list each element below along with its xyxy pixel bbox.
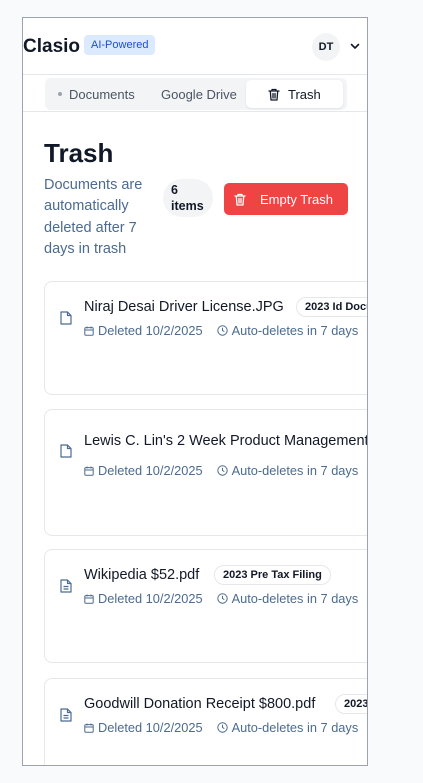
trash-item-card[interactable]: Wikipedia $52.pdf 2023 Pre Tax Filing De… <box>44 549 367 663</box>
tab-label: Google Drive <box>161 86 237 102</box>
file-text-icon <box>60 579 72 593</box>
file-text-icon <box>60 708 72 722</box>
clock-icon <box>216 465 228 476</box>
page-subtitle: Documents are automatically deleted afte… <box>44 177 143 257</box>
category-tag: 2023 Pre Tax Filing <box>214 565 331 585</box>
tab-label: Documents <box>69 86 135 102</box>
user-avatar[interactable]: DT <box>312 33 340 61</box>
app-window: Clasio AI-Powered DT Documents Google Dr… <box>22 17 368 766</box>
trash-item-card[interactable]: Niraj Desai Driver License.JPG 2023 Id D… <box>44 281 367 395</box>
document-meta: Deleted 10/2/2025 Auto-deletes in 7 days <box>84 323 358 338</box>
calendar-icon <box>84 466 94 476</box>
tab-label: Trash <box>288 86 321 102</box>
ai-powered-badge: AI-Powered <box>84 35 156 55</box>
tab-list: Documents Google Drive Trash <box>45 78 347 110</box>
deleted-date: Deleted 10/2/2025 <box>98 591 203 606</box>
trash-item-card[interactable]: Goodwill Donation Receipt $800.pdf 2023 … <box>44 678 367 765</box>
clock-icon <box>216 593 228 604</box>
calendar-icon <box>84 594 94 604</box>
app-logo-text[interactable]: Clasio <box>23 36 80 58</box>
clock-icon <box>216 722 228 733</box>
item-count-text: 6 items <box>171 183 204 213</box>
page-title: Trash <box>44 138 114 168</box>
auto-delete-text: Auto-deletes in 7 days <box>231 323 359 338</box>
app-header: Clasio AI-Powered DT <box>23 18 367 75</box>
category-tag: 2023 <box>335 694 367 714</box>
trash-icon <box>268 88 280 101</box>
deleted-date: Deleted 10/2/2025 <box>98 720 203 735</box>
deleted-date: Deleted 10/2/2025 <box>98 323 203 338</box>
calendar-icon <box>84 723 94 733</box>
deleted-date: Deleted 10/2/2025 <box>98 463 203 478</box>
clock-icon <box>216 325 228 336</box>
tab-google-drive[interactable]: Google Drive <box>161 80 251 108</box>
file-icon <box>60 311 72 325</box>
file-icon <box>60 444 72 458</box>
empty-trash-label: Empty Trash <box>260 191 333 207</box>
empty-trash-button[interactable]: Empty Trash <box>224 183 348 215</box>
tabs-bar: Documents Google Drive Trash <box>23 75 367 112</box>
chevron-down-icon[interactable] <box>349 40 361 52</box>
auto-delete-text: Auto-deletes in 7 days <box>231 591 359 606</box>
document-meta: Deleted 10/2/2025 Auto-deletes in 7 days <box>84 720 358 735</box>
document-meta: Deleted 10/2/2025 Auto-deletes in 7 days <box>84 463 358 478</box>
document-meta: Deleted 10/2/2025 Auto-deletes in 7 days <box>84 591 358 606</box>
document-name[interactable]: Lewis C. Lin's 2 Week Product Management <box>84 433 367 449</box>
auto-delete-text: Auto-deletes in 7 days <box>231 720 359 735</box>
document-name[interactable]: Goodwill Donation Receipt $800.pdf <box>84 696 315 712</box>
category-tag: 2023 Id Documents <box>296 297 367 317</box>
tab-dot-icon <box>58 92 62 96</box>
trash-item-card[interactable]: Lewis C. Lin's 2 Week Product Management… <box>44 409 367 536</box>
item-count-badge: 6 items <box>163 179 213 217</box>
tab-documents[interactable]: Documents <box>54 80 164 108</box>
document-name[interactable]: Niraj Desai Driver License.JPG <box>84 299 284 315</box>
auto-delete-text: Auto-deletes in 7 days <box>231 463 359 478</box>
tab-trash[interactable]: Trash <box>246 80 343 108</box>
trash-icon <box>234 193 246 206</box>
calendar-icon <box>84 326 94 336</box>
document-name[interactable]: Wikipedia $52.pdf <box>84 567 199 583</box>
